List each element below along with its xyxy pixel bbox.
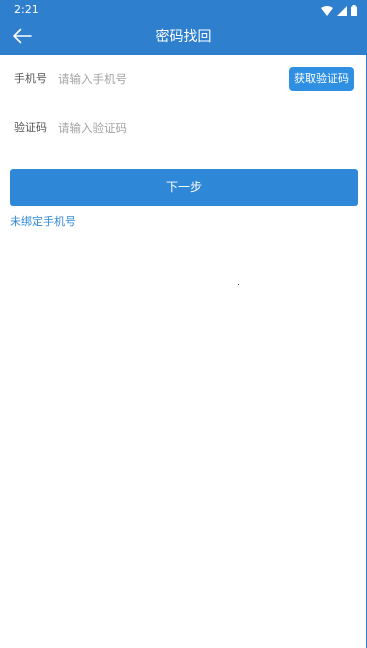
page-title: 密码找回 — [155, 29, 212, 45]
unbound-phone-link[interactable]: 未绑定手机号 — [10, 213, 76, 231]
code-input[interactable] — [58, 116, 278, 140]
next-button[interactable]: 下一步 — [10, 169, 358, 206]
password-recovery-screen: 2:21 密码找回 手机号 请输入手机号 获取验证码 验证码 请输入验证码 下一… — [0, 0, 367, 648]
code-row: 验证码 — [0, 104, 367, 152]
wifi-icon — [321, 1, 333, 20]
status-icons — [321, 3, 357, 17]
get-code-button[interactable]: 获取验证码 — [289, 67, 354, 91]
phone-input[interactable] — [58, 67, 278, 91]
battery-icon — [351, 1, 357, 20]
status-bar: 2:21 — [0, 0, 367, 20]
back-button[interactable] — [8, 24, 36, 52]
status-time: 2:21 — [14, 3, 39, 16]
signal-icon — [337, 1, 347, 20]
phone-row: 手机号 获取验证码 — [0, 55, 367, 103]
code-label: 验证码 — [14, 121, 47, 134]
stray-dot — [238, 284, 239, 285]
phone-label: 手机号 — [14, 72, 47, 85]
back-arrow-icon — [12, 28, 32, 48]
app-bar: 密码找回 — [0, 20, 367, 55]
